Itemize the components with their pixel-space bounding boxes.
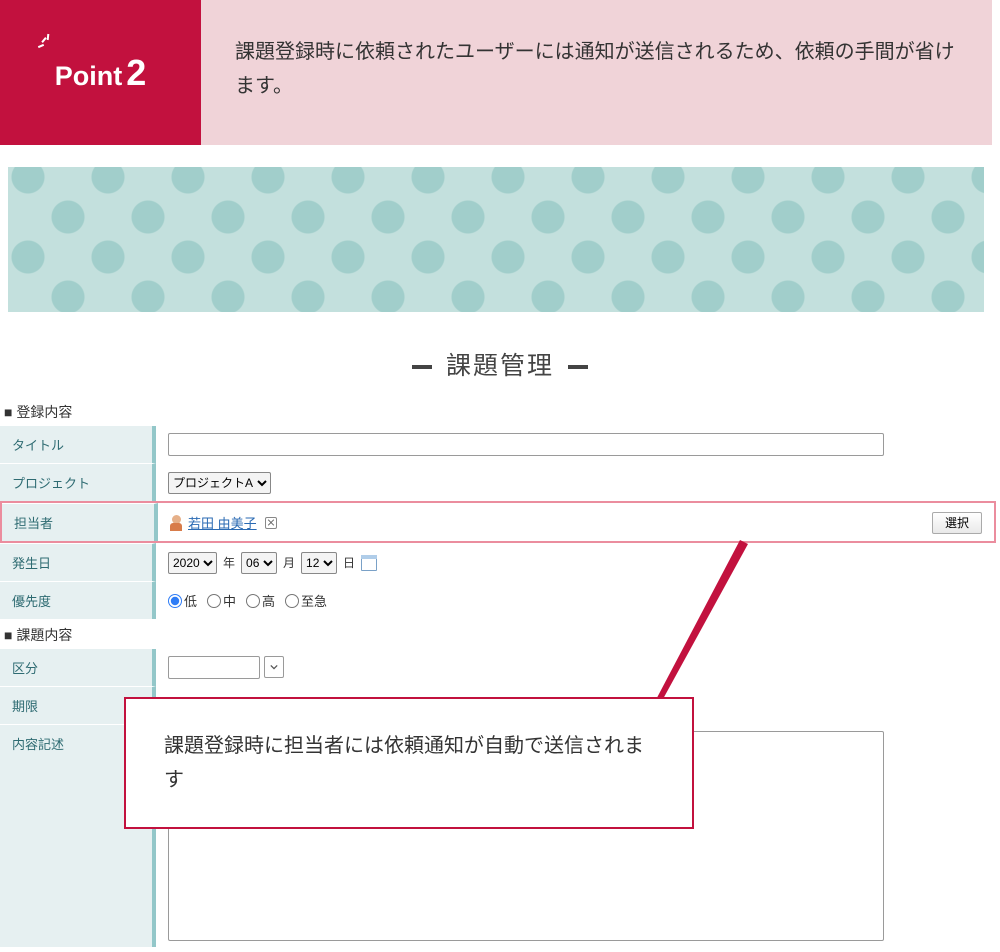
point-description: 課題登録時に依頼されたユーザーには通知が送信されるため、依頼の手間が省けます。 xyxy=(201,0,992,145)
label-title: タイトル xyxy=(0,426,156,463)
priority-low[interactable]: 低 xyxy=(168,591,197,610)
priority-mid[interactable]: 中 xyxy=(207,591,236,610)
month-suffix: 月 xyxy=(283,554,295,571)
remove-assignee-icon[interactable] xyxy=(265,517,277,529)
title-bar-icon xyxy=(412,365,432,369)
select-assignee-button[interactable]: 選択 xyxy=(932,512,982,534)
calendar-icon[interactable] xyxy=(361,555,377,571)
year-suffix: 年 xyxy=(223,554,235,571)
page-title: 課題管理 xyxy=(0,346,1000,382)
day-suffix: 日 xyxy=(343,554,355,571)
callout-box: 課題登録時に担当者には依頼通知が自動で送信されます xyxy=(124,697,694,829)
assignee-link[interactable]: 若田 由美子 xyxy=(188,513,257,532)
month-select[interactable]: 06 xyxy=(241,552,277,574)
category-dropdown-button[interactable] xyxy=(264,656,284,678)
label-assignee: 担当者 xyxy=(2,503,158,541)
chevron-down-icon xyxy=(270,663,278,671)
label-category: 区分 xyxy=(0,649,156,686)
title-bar-icon xyxy=(568,365,588,369)
priority-high[interactable]: 高 xyxy=(246,591,275,610)
section-issue: ■ 課題内容 xyxy=(4,625,1000,645)
day-select[interactable]: 12 xyxy=(301,552,337,574)
project-select[interactable]: プロジェクトA xyxy=(168,472,271,494)
point-badge: Point2 xyxy=(0,0,201,145)
label-project: プロジェクト xyxy=(0,463,156,501)
title-input[interactable] xyxy=(168,433,884,456)
person-icon xyxy=(170,516,182,530)
year-select[interactable]: 2020 xyxy=(168,552,217,574)
category-input[interactable] xyxy=(168,656,260,679)
accent-ticks-icon xyxy=(38,36,54,52)
decorative-stripe xyxy=(8,167,984,312)
label-date: 発生日 xyxy=(0,543,156,581)
priority-urgent[interactable]: 至急 xyxy=(285,591,327,610)
point-label: Point xyxy=(55,61,123,91)
point-number: 2 xyxy=(126,52,146,93)
label-priority: 優先度 xyxy=(0,581,156,619)
section-register: ■ 登録内容 xyxy=(4,402,1000,422)
